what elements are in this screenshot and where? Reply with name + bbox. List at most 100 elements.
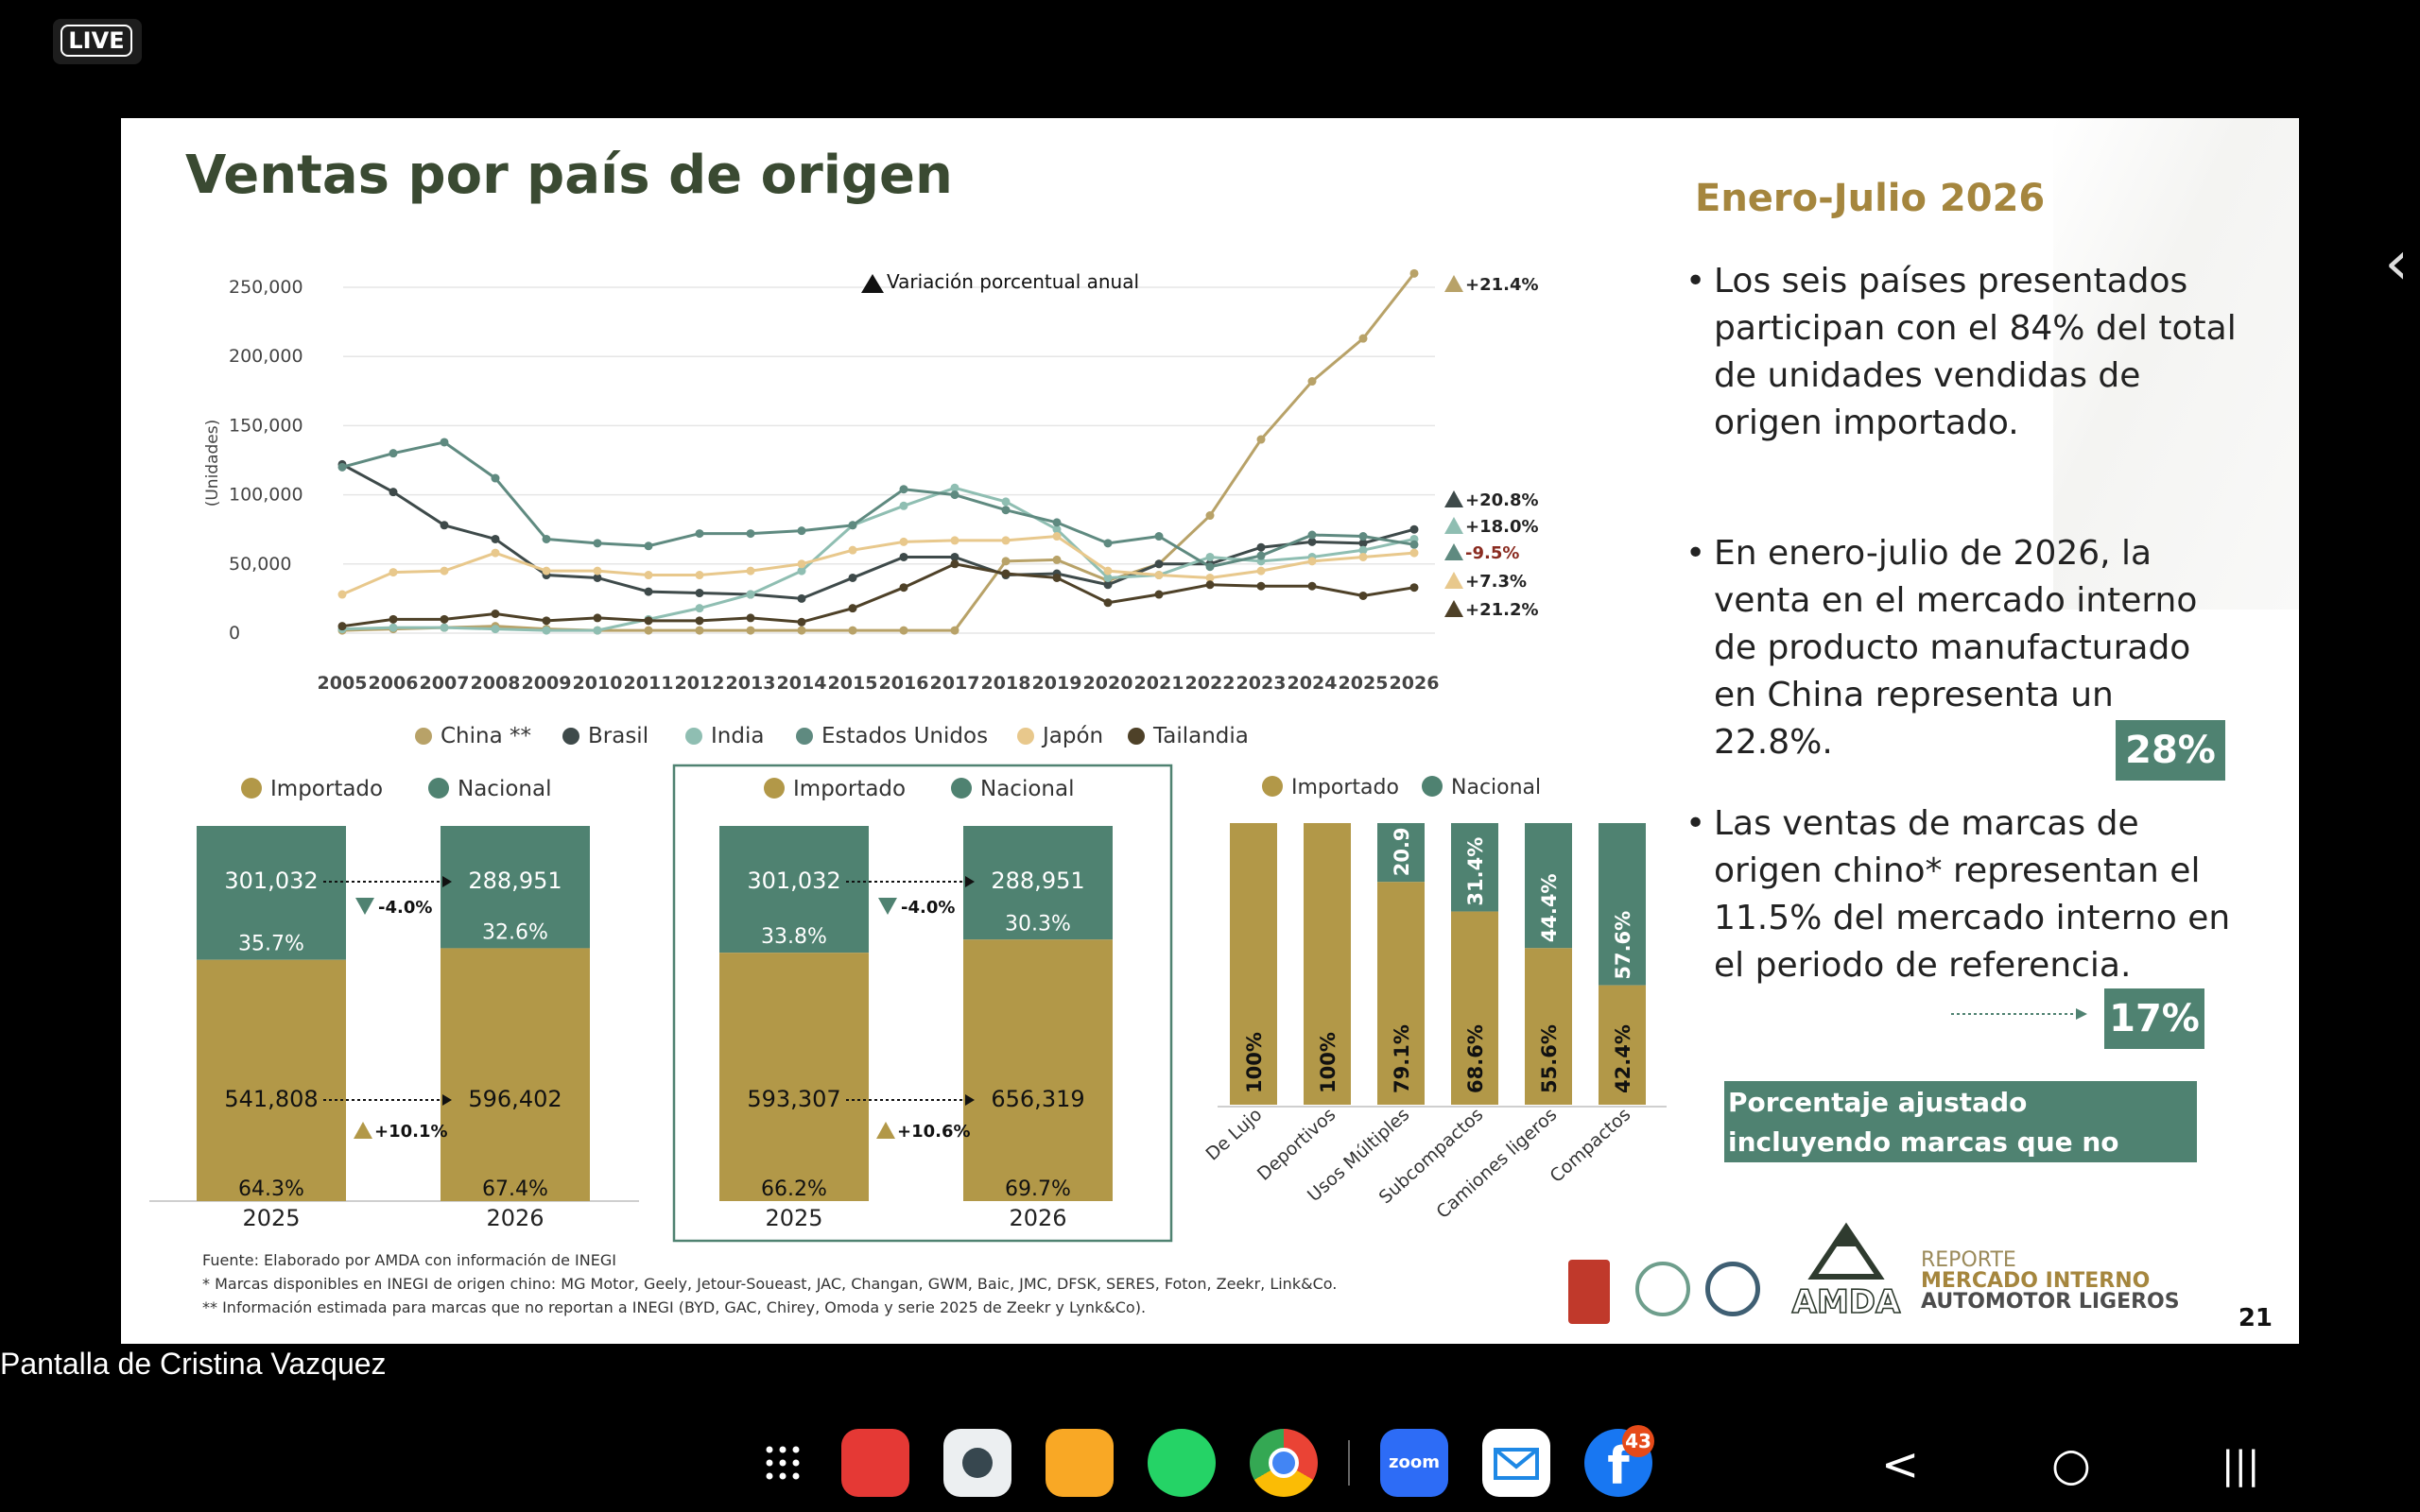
series-point bbox=[1358, 591, 1368, 600]
importado-pct: 42.4% bbox=[1612, 1024, 1634, 1093]
nacional-pct: 44.4% bbox=[1538, 873, 1561, 942]
series-line bbox=[341, 272, 1416, 632]
legend-marker bbox=[951, 778, 972, 799]
series-point bbox=[695, 529, 704, 539]
series-point bbox=[491, 534, 500, 543]
x-tick-label: 2024 bbox=[1288, 673, 1338, 694]
files-app-icon[interactable] bbox=[1046, 1429, 1114, 1497]
series-point bbox=[899, 552, 908, 561]
series-line bbox=[341, 440, 1415, 569]
series-point bbox=[1052, 573, 1062, 582]
importado-pct: 79.1% bbox=[1391, 1024, 1413, 1093]
series-point bbox=[1001, 569, 1011, 578]
x-tick-label: 2019 bbox=[1032, 673, 1082, 694]
annotation-triangle bbox=[861, 274, 884, 293]
annotation-label: Variación porcentual anual bbox=[887, 270, 1139, 293]
legend-marker bbox=[428, 778, 449, 799]
x-tick-label: 2013 bbox=[726, 673, 776, 694]
down-triangle bbox=[355, 898, 374, 915]
legend-marker bbox=[1422, 776, 1443, 797]
series-point bbox=[542, 534, 551, 543]
change-label: -9.5% bbox=[1465, 543, 1519, 563]
series-point bbox=[1052, 518, 1062, 527]
x-tick-label: 2005 bbox=[318, 673, 368, 694]
home-button[interactable]: ○ bbox=[2051, 1438, 2091, 1491]
series-point bbox=[1205, 580, 1215, 590]
series-point bbox=[746, 566, 755, 576]
dock-divider bbox=[1348, 1440, 1350, 1486]
series-point bbox=[440, 623, 449, 632]
x-tick-label: 2023 bbox=[1236, 673, 1287, 694]
legend-label: Japón bbox=[1041, 724, 1103, 748]
series-point bbox=[1205, 552, 1215, 561]
x-tick-label: 2017 bbox=[930, 673, 980, 694]
nacional-pct: 32.6% bbox=[482, 920, 548, 944]
chevron-left-icon[interactable]: ‹ bbox=[2384, 229, 2409, 299]
change-label: +20.8% bbox=[1465, 490, 1539, 510]
footnote-chinese-brands: * Marcas disponibles en INEGI de origen … bbox=[202, 1275, 1338, 1293]
bullet-2: • En enero-julio de 2026, la venta en el… bbox=[1685, 530, 2215, 762]
series-point bbox=[695, 589, 704, 598]
legend-label: China ** bbox=[441, 724, 531, 748]
category-label: De Lujo bbox=[1201, 1104, 1266, 1164]
series-point bbox=[899, 485, 908, 494]
series-point bbox=[389, 449, 398, 458]
legend-marker bbox=[685, 728, 702, 745]
series-point bbox=[1001, 557, 1011, 566]
series-point bbox=[797, 526, 806, 536]
series-point bbox=[797, 617, 806, 627]
importado-pct: 55.6% bbox=[1538, 1024, 1561, 1093]
change-triangle bbox=[1444, 490, 1463, 507]
right-title: Enero-Julio 2026 bbox=[1695, 177, 2046, 220]
app-drawer-icon[interactable] bbox=[764, 1444, 802, 1482]
series-point bbox=[1409, 548, 1419, 558]
notes-app-icon[interactable] bbox=[841, 1429, 909, 1497]
chrome-app-icon[interactable] bbox=[1250, 1429, 1318, 1497]
series-point bbox=[1307, 581, 1317, 591]
bar-importado bbox=[441, 948, 590, 1201]
series-point bbox=[746, 529, 755, 539]
x-tick-label: 2008 bbox=[471, 673, 521, 694]
series-point bbox=[644, 571, 653, 580]
series-point bbox=[848, 604, 857, 613]
series-point bbox=[1409, 540, 1419, 549]
x-tick-label: 2014 bbox=[777, 673, 827, 694]
series-point bbox=[644, 587, 653, 596]
series-point bbox=[440, 521, 449, 530]
series-point bbox=[644, 541, 653, 551]
series-point bbox=[1052, 555, 1062, 564]
nacional-pct: 57.6% bbox=[1612, 911, 1634, 980]
slide-number: 21 bbox=[2238, 1304, 2273, 1332]
zoom-app-icon[interactable]: zoom bbox=[1380, 1429, 1448, 1497]
change-label: +21.4% bbox=[1465, 275, 1539, 295]
series-point bbox=[644, 616, 653, 626]
importado-change: +10.6% bbox=[897, 1122, 971, 1142]
y-tick-label: 50,000 bbox=[229, 554, 291, 575]
importado-units: 656,319 bbox=[991, 1086, 1084, 1112]
live-badge: LIVE bbox=[53, 19, 142, 64]
importado-pct: 66.2% bbox=[761, 1177, 827, 1201]
x-tick-label: 2021 bbox=[1134, 673, 1184, 694]
x-tick-label: 2011 bbox=[624, 673, 674, 694]
change-triangle bbox=[1444, 543, 1463, 560]
series-point bbox=[746, 613, 755, 623]
series-point bbox=[1256, 542, 1266, 552]
legend-label: Nacional bbox=[458, 777, 551, 801]
y-tick-label: 100,000 bbox=[229, 485, 303, 506]
series-point bbox=[1307, 530, 1317, 540]
nacional-pct: 31.4% bbox=[1464, 837, 1487, 906]
pct-17-box: 17% bbox=[2104, 988, 2204, 1049]
email-app-icon[interactable] bbox=[1482, 1429, 1550, 1497]
nacional-change: -4.0% bbox=[378, 898, 432, 918]
series-point bbox=[899, 626, 908, 635]
report-line-3: AUTOMOTOR LIGEROS bbox=[1921, 1290, 2180, 1314]
back-button[interactable]: < bbox=[1881, 1438, 1919, 1491]
nacional-units: 301,032 bbox=[747, 868, 840, 894]
camera-app-icon[interactable] bbox=[943, 1429, 1011, 1497]
x-tick-label: 2015 bbox=[828, 673, 878, 694]
series-point bbox=[1256, 551, 1266, 560]
legend-marker bbox=[764, 778, 785, 799]
nacional-change: -4.0% bbox=[901, 898, 955, 918]
recents-button[interactable]: ||| bbox=[2221, 1444, 2259, 1487]
whatsapp-app-icon[interactable] bbox=[1148, 1429, 1216, 1497]
